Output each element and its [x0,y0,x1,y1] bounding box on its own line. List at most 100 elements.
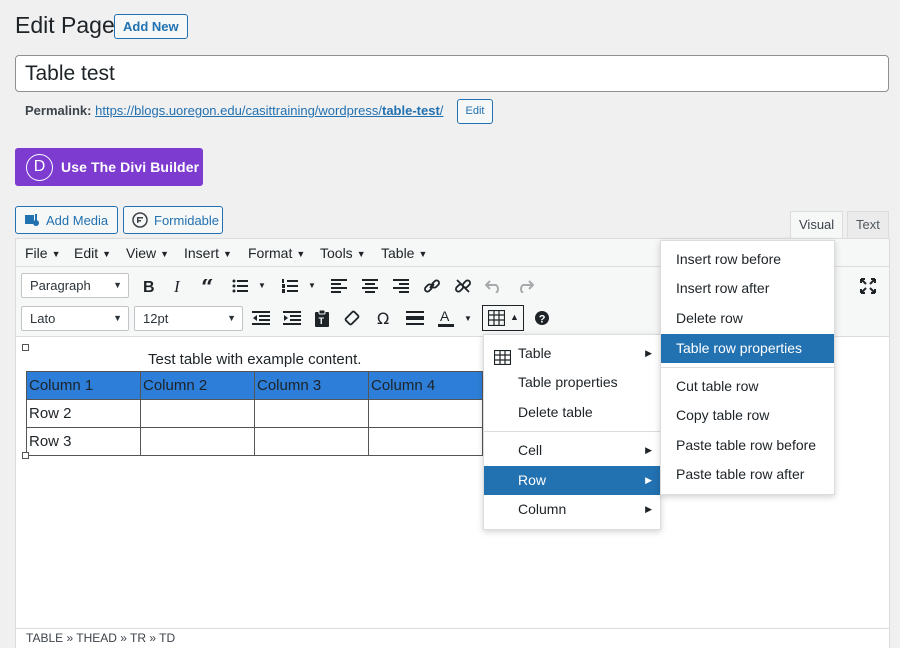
font-size-select[interactable]: 12pt ▼ [134,306,243,331]
menu-item-table[interactable]: Table ▶ [484,339,660,368]
fullscreen-icon[interactable] [857,275,879,297]
svg-text:“: “ [201,279,214,293]
table-cell[interactable]: Row 3 [26,427,141,456]
formidable-label: Formidable [154,212,220,228]
formidable-icon [132,212,148,228]
bold-icon[interactable]: B [137,275,159,297]
table-cell[interactable] [140,427,255,456]
paste-text-icon[interactable]: T [311,307,333,329]
link-icon[interactable] [421,275,443,297]
chevron-down-icon[interactable]: ▼ [258,281,266,290]
permalink-base: https://blogs.uoregon.edu/casittraining/… [95,103,382,118]
table-cell[interactable] [140,399,255,428]
blockquote-icon[interactable]: “ [198,275,220,297]
undo-icon[interactable] [483,275,505,297]
text-color-icon[interactable]: A [435,307,457,329]
table-row: Column 1 Column 2 Column 3 Column 4 [26,371,483,400]
align-center-icon[interactable] [359,275,381,297]
menu-item-delete-table[interactable]: Delete table [484,398,660,427]
formidable-button[interactable]: Formidable [123,206,223,234]
table-row: Row 3 [26,427,483,456]
redo-icon[interactable] [514,275,536,297]
resize-handle[interactable] [22,452,29,459]
unlink-icon[interactable] [452,275,474,297]
permalink-trailing: / [439,103,444,118]
menu-item-copy-table-row[interactable]: Copy table row [661,401,834,430]
font-size-value: 12pt [143,311,169,326]
row-submenu: Insert row before Insert row after Delet… [660,240,835,495]
clear-formatting-icon[interactable] [342,307,364,329]
tab-text[interactable]: Text [847,211,889,238]
font-family-value: Lato [30,311,56,326]
menu-tools[interactable]: Tools ▼ [320,245,366,261]
media-icon [24,212,40,228]
menu-view-label: View [126,245,157,261]
menu-item-label: Table [518,345,552,361]
edit-slug-button[interactable]: Edit [457,99,493,124]
menu-file[interactable]: File ▼ [25,245,60,261]
menu-format[interactable]: Format ▼ [248,245,305,261]
format-select[interactable]: Paragraph ▼ [21,273,129,298]
divi-builder-label: Use The Divi Builder [61,159,200,175]
table-cell[interactable] [368,427,483,456]
divi-builder-button[interactable]: D Use The Divi Builder [15,148,203,186]
menu-item-table-properties[interactable]: Table properties [484,368,660,397]
menu-item-delete-row[interactable]: Delete row [661,304,834,333]
table-button[interactable]: ▲ [482,305,524,331]
menu-edit[interactable]: Edit ▼ [74,245,111,261]
menu-insert-label: Insert [184,245,220,261]
table-cell[interactable]: Column 2 [140,371,255,400]
bullet-list-icon[interactable] [229,275,251,297]
numbered-list-icon[interactable] [279,275,301,297]
svg-text:Ω: Ω [377,310,389,326]
menu-item-row[interactable]: Row ▶ [484,466,660,495]
outdent-icon[interactable] [250,307,272,329]
font-family-select[interactable]: Lato ▼ [21,306,129,331]
help-icon[interactable]: ? [531,307,553,329]
table-cell[interactable] [368,399,483,428]
permalink-link[interactable]: https://blogs.uoregon.edu/casittraining/… [95,103,443,118]
menu-item-table-row-properties[interactable]: Table row properties [661,334,834,363]
table-cell[interactable] [254,399,369,428]
table-cell[interactable]: Column 3 [254,371,369,400]
menu-item-column[interactable]: Column ▶ [484,495,660,524]
align-left-icon[interactable] [328,275,350,297]
content-table[interactable]: Column 1 Column 2 Column 3 Column 4 Row … [26,371,483,456]
menu-item-cell[interactable]: Cell ▶ [484,436,660,465]
menu-item-cut-table-row[interactable]: Cut table row [661,372,834,401]
table-cell[interactable]: Row 2 [26,399,141,428]
chevron-down-icon: ▼ [160,249,170,259]
table-cell[interactable]: Column 4 [368,371,483,400]
menu-item-paste-row-after[interactable]: Paste table row after [661,460,834,489]
italic-icon[interactable]: I [167,275,189,297]
menu-item-paste-row-before[interactable]: Paste table row before [661,431,834,460]
chevron-down-icon: ▼ [102,249,112,259]
chevron-right-icon: ▶ [645,445,652,455]
menu-table[interactable]: Table ▼ [381,245,427,261]
table-cell[interactable] [254,427,369,456]
tab-visual[interactable]: Visual [790,211,843,238]
resize-handle[interactable] [22,344,29,351]
table-cell[interactable]: Column 1 [26,371,141,400]
format-select-value: Paragraph [30,278,91,293]
indent-icon[interactable] [281,307,303,329]
horizontal-line-icon[interactable] [404,307,426,329]
add-new-button[interactable]: Add New [114,14,188,39]
special-character-icon[interactable]: Ω [373,307,395,329]
post-title-input[interactable]: Table test [15,55,889,92]
align-right-icon[interactable] [390,275,412,297]
chevron-down-icon[interactable]: ▼ [308,281,316,290]
chevron-down-icon: ▼ [418,249,428,259]
menu-view[interactable]: View ▼ [126,245,169,261]
svg-text:B: B [143,279,155,294]
menu-item-insert-row-before[interactable]: Insert row before [661,245,834,274]
menu-item-label: Column [518,501,567,517]
chevron-down-icon[interactable]: ▼ [464,314,472,323]
menu-insert[interactable]: Insert ▼ [184,245,232,261]
menu-item-insert-row-after[interactable]: Insert row after [661,274,834,303]
chevron-up-icon: ▲ [510,312,519,322]
chevron-right-icon: ▶ [645,348,652,358]
element-path: TABLE » THEAD » TR » TD [16,628,889,648]
chevron-right-icon: ▶ [645,504,652,514]
add-media-button[interactable]: Add Media [15,206,118,234]
